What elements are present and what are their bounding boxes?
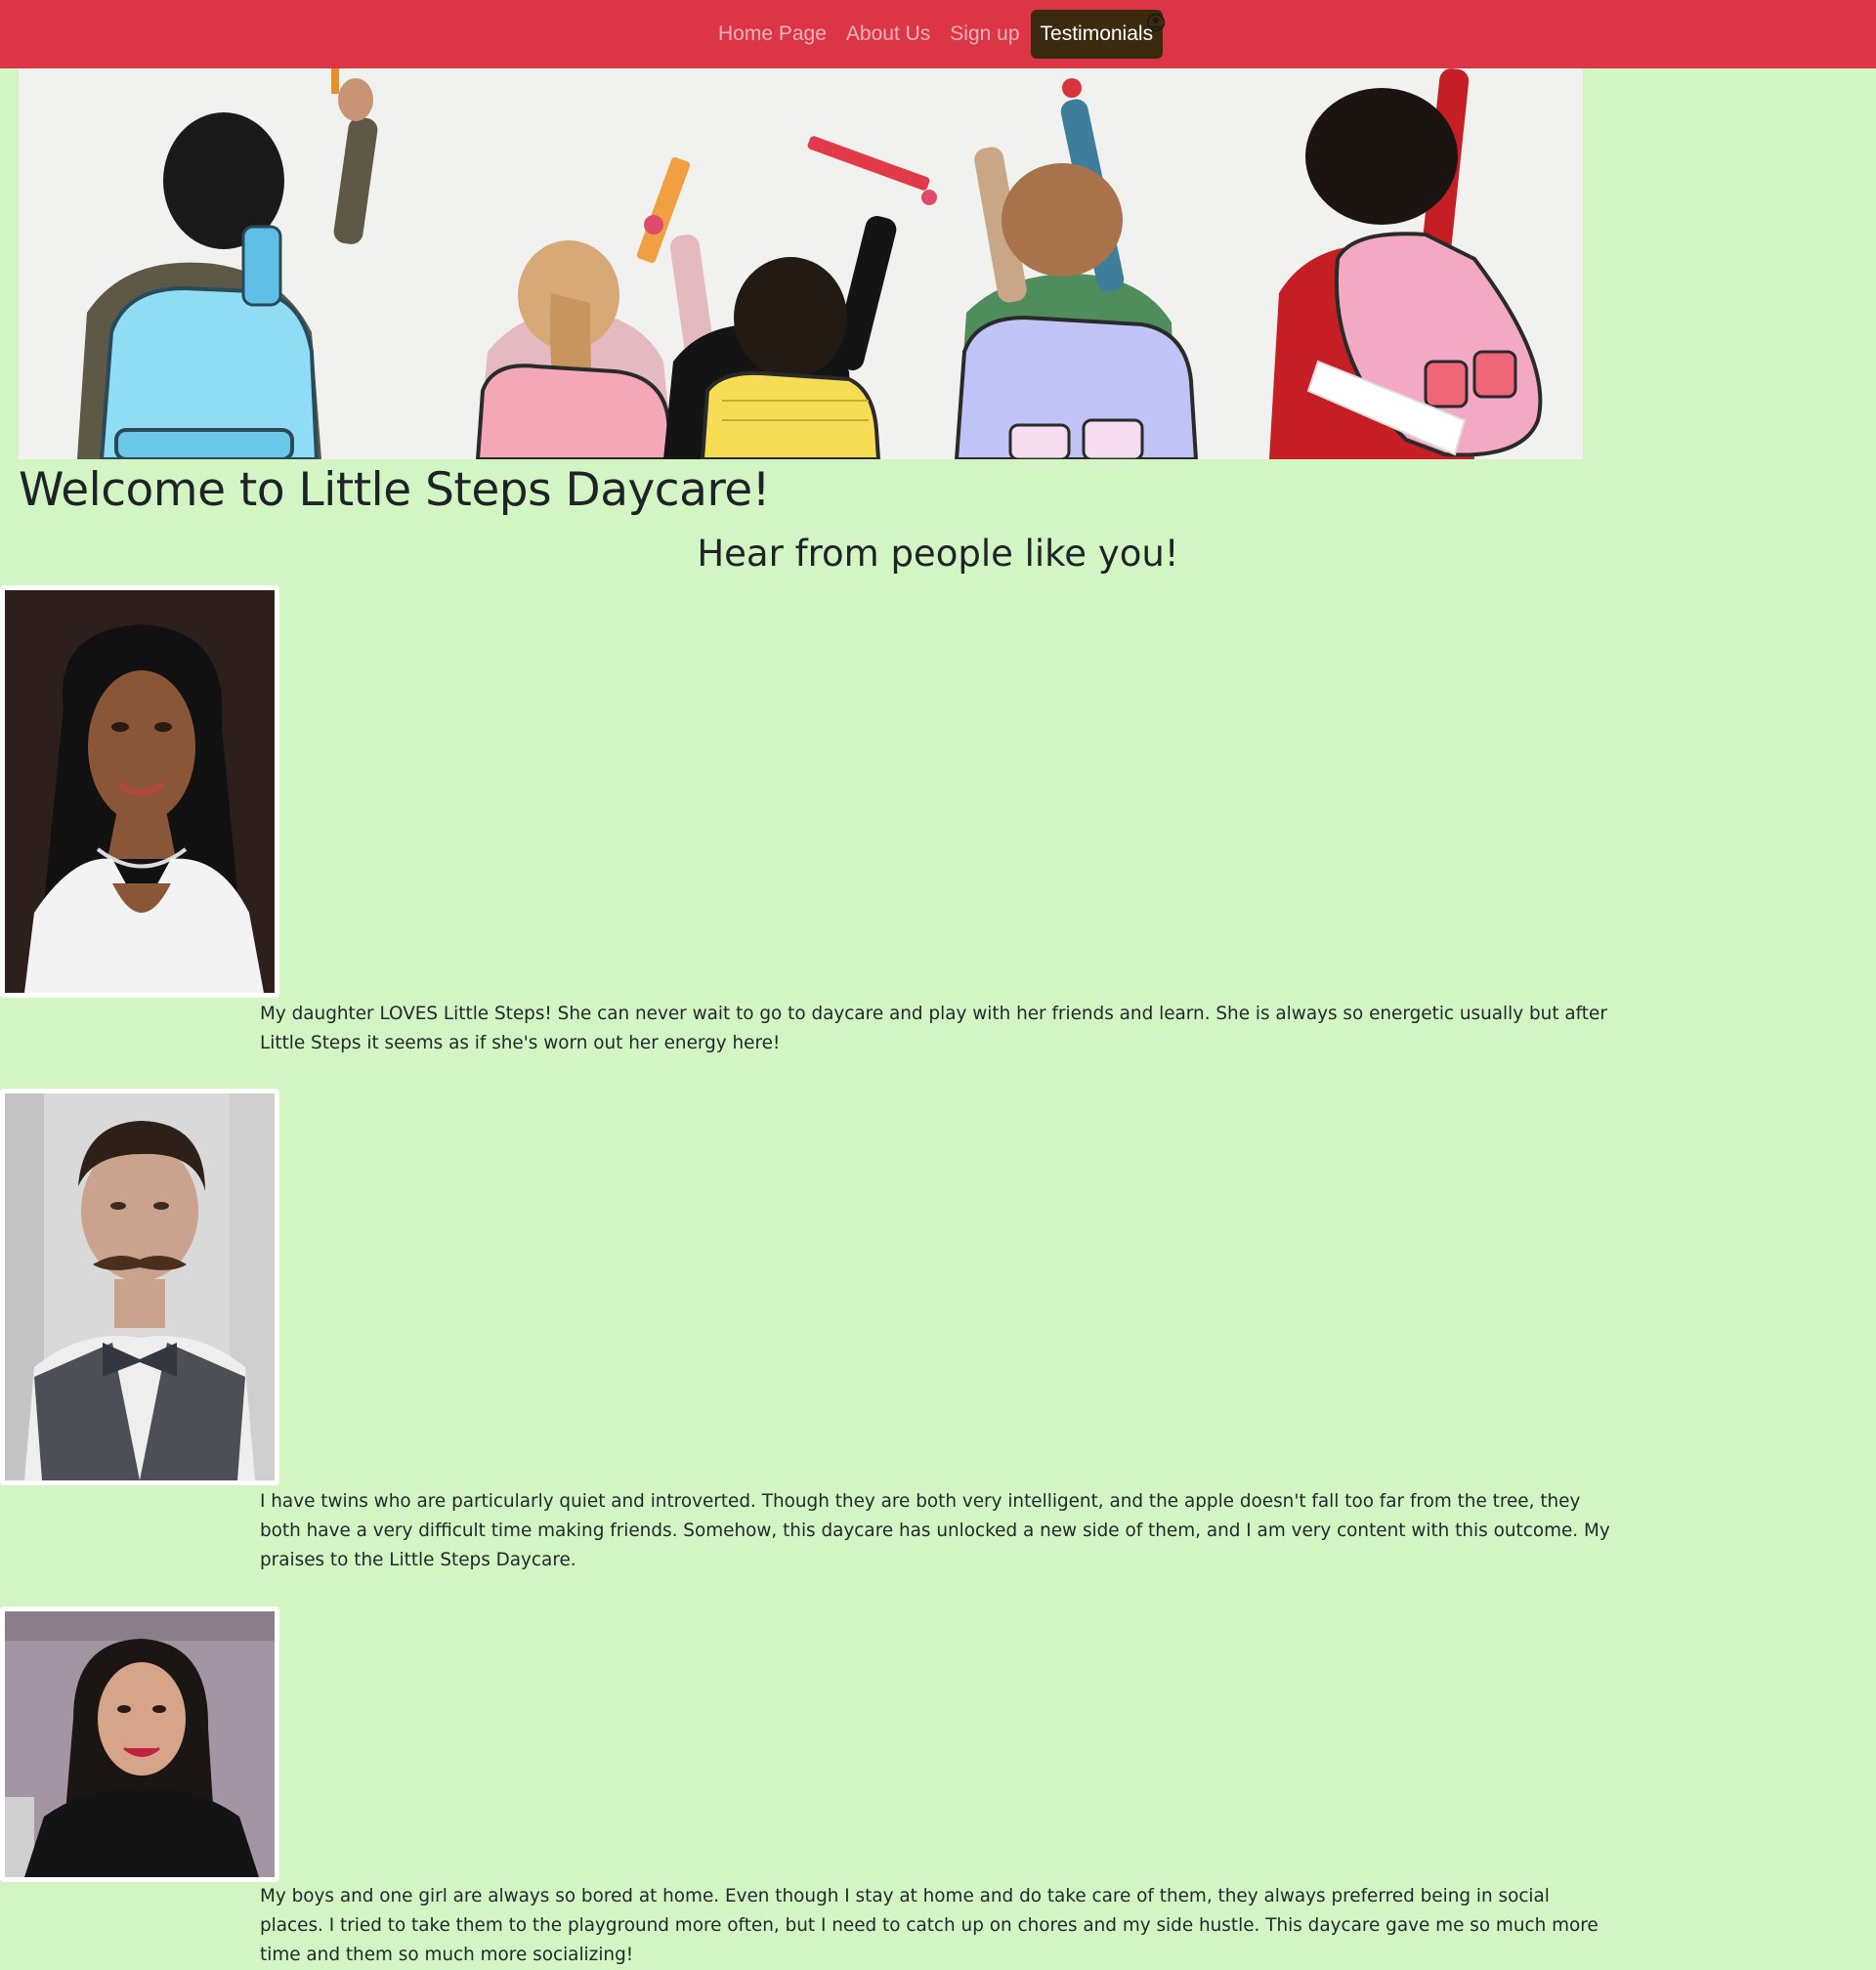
testimonial-text-3: My boys and one girl are always so bored… bbox=[260, 1886, 1599, 1965]
nav-testimonials-link[interactable]: Testimonials bbox=[1030, 10, 1164, 59]
testimonial-photo-man bbox=[0, 1089, 279, 1485]
nav-sign-up-link[interactable]: Sign up bbox=[940, 10, 1029, 59]
user-circle-icon[interactable] bbox=[1146, 13, 1166, 32]
nav-home-page-link[interactable]: Home Page bbox=[708, 10, 836, 59]
testimonial-text-2: I have twins who are particularly quiet … bbox=[260, 1491, 1610, 1570]
testimonial-text-1: My daughter LOVES Little Steps! She can … bbox=[260, 1004, 1607, 1053]
hero-banner-image bbox=[19, 68, 1583, 459]
nav-about-us-link[interactable]: About Us bbox=[836, 10, 940, 59]
page-title: Welcome to Little Steps Daycare! bbox=[19, 463, 771, 517]
testimonial-photo-woman bbox=[0, 585, 279, 998]
top-navbar: Home Page About Us Sign up Testimonials bbox=[0, 0, 1876, 68]
nav-list: Home Page About Us Sign up Testimonials bbox=[708, 10, 1164, 59]
testimonials-heading: Hear from people like you! bbox=[697, 533, 1179, 575]
testimonial-photo-smiling-woman bbox=[0, 1606, 279, 1882]
